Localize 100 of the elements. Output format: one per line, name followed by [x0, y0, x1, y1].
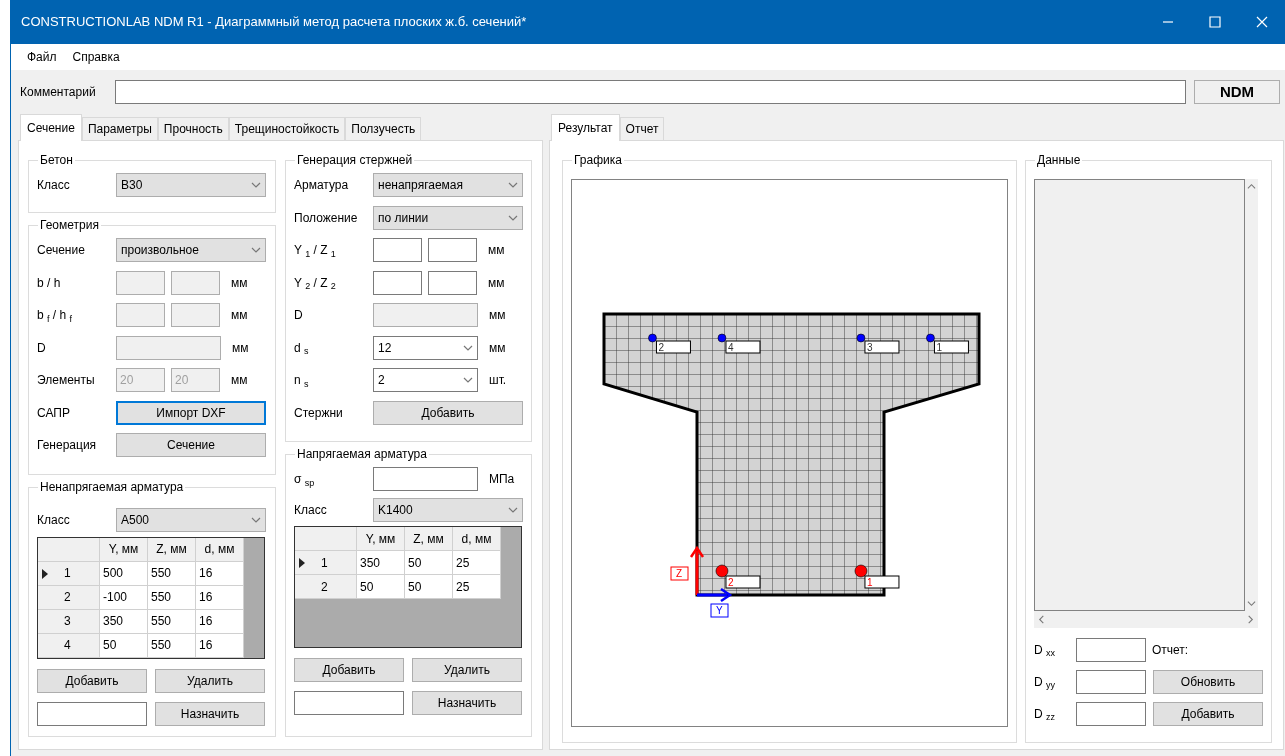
input-field[interactable]: [114, 79, 1187, 104]
button[interactable]: Удалить: [412, 658, 522, 682]
row-header[interactable]: 2: [38, 585, 100, 610]
table-cell[interactable]: 500: [100, 561, 148, 586]
scrollbar[interactable]: [1245, 179, 1258, 611]
table-cell[interactable]: 550: [148, 561, 196, 586]
field-label: Класс: [37, 512, 71, 530]
dropdown[interactable]: K1400: [373, 497, 523, 522]
dropdown[interactable]: 2: [373, 368, 478, 393]
rebar-dot: [856, 333, 866, 343]
table-cell[interactable]: 25: [453, 575, 501, 599]
table-cell[interactable]: 350: [357, 551, 405, 575]
table-cell[interactable]: 550: [148, 585, 196, 610]
column-header[interactable]: Z, мм: [148, 537, 196, 562]
row-header[interactable]: 4: [38, 633, 100, 658]
rebar-dot: [717, 333, 727, 343]
column-header[interactable]: d, мм: [196, 537, 244, 562]
point-label: 2: [725, 575, 761, 589]
row-header[interactable]: 3: [38, 609, 100, 634]
ndm-button[interactable]: NDM: [1194, 79, 1280, 104]
input-field[interactable]: [294, 691, 404, 715]
field-label: b $_{f}$ / h $_{f}$: [37, 307, 74, 325]
tab[interactable]: Трещиностойкость: [228, 117, 346, 140]
point-label: 3: [864, 340, 900, 354]
button[interactable]: Добавить: [373, 400, 523, 425]
row-header[interactable]: 2: [295, 575, 357, 599]
dropdown[interactable]: 12: [373, 335, 478, 360]
input-field[interactable]: [1076, 702, 1146, 726]
input-field[interactable]: [1076, 670, 1146, 694]
row-header[interactable]: 1: [295, 551, 357, 575]
table-cell[interactable]: 50: [405, 551, 453, 575]
table-cell[interactable]: 550: [148, 633, 196, 658]
dropdown[interactable]: B30: [116, 173, 266, 198]
table-cell[interactable]: 50: [100, 633, 148, 658]
tab[interactable]: Сечение: [20, 114, 82, 141]
field-label: D $_{xx}$: [1034, 642, 1056, 659]
data-grid[interactable]: Y, мм Z, мм d, мм 1 350 50 25 2 50 50 25: [294, 526, 522, 648]
table-cell[interactable]: 550: [148, 609, 196, 634]
column-header[interactable]: Y, мм: [100, 537, 148, 562]
tab[interactable]: Ползучесть: [345, 117, 422, 140]
input-field[interactable]: [1076, 638, 1146, 662]
table-cell[interactable]: 16: [196, 633, 244, 658]
button[interactable]: Сечение: [116, 433, 266, 458]
axis-label: Z: [670, 566, 689, 581]
table-cell[interactable]: 16: [196, 561, 244, 586]
dropdown[interactable]: произвольное: [116, 238, 266, 263]
field-label: Генерация: [37, 437, 98, 455]
field-label: САПР: [37, 404, 71, 422]
tab[interactable]: Результат: [551, 114, 620, 141]
dropdown[interactable]: по линии: [373, 205, 523, 230]
button[interactable]: Импорт DXF: [116, 400, 266, 425]
dropdown[interactable]: ненапрягаемая: [373, 173, 523, 198]
field-label: Арматура: [294, 177, 350, 195]
input-field[interactable]: [428, 238, 477, 263]
button[interactable]: Удалить: [155, 668, 265, 693]
table-cell[interactable]: 16: [196, 609, 244, 634]
row-header[interactable]: 1: [38, 561, 100, 586]
input-field[interactable]: [373, 270, 422, 295]
input-field[interactable]: [428, 270, 477, 295]
group-title: Ненапрягаемая арматура: [39, 479, 185, 496]
column-header[interactable]: Y, мм: [357, 527, 405, 551]
group-title: Генерация стержней: [296, 152, 414, 169]
button[interactable]: Добавить: [294, 658, 404, 682]
group-title: Графика: [573, 152, 623, 169]
menu-item[interactable]: Справка: [68, 48, 124, 66]
tab[interactable]: Отчет: [619, 117, 665, 140]
scrollbar[interactable]: [1034, 611, 1258, 628]
table-cell[interactable]: 50: [357, 575, 405, 599]
row-number: 1: [64, 565, 71, 582]
point-label: 4: [725, 340, 761, 354]
table-cell[interactable]: 50: [405, 575, 453, 599]
rebar-dot: [926, 333, 935, 343]
field-label: D: [37, 339, 47, 357]
tab[interactable]: Прочность: [157, 117, 229, 140]
column-header[interactable]: d, мм: [453, 527, 501, 551]
field-label: Класс: [294, 501, 328, 519]
group-title: Бетон: [39, 152, 74, 169]
table-cell[interactable]: 16: [196, 585, 244, 610]
field-label: Класс: [37, 177, 71, 195]
field-label: D: [294, 307, 304, 325]
table-cell[interactable]: -100: [100, 585, 148, 610]
column-header[interactable]: Z, мм: [405, 527, 453, 551]
button[interactable]: Назначить: [155, 701, 265, 726]
input-field[interactable]: [373, 238, 422, 263]
button[interactable]: Добавить: [1153, 702, 1263, 726]
input-field[interactable]: [37, 701, 147, 726]
unit-label: шт.: [489, 372, 507, 390]
window-title: CONSTRUCTIONLAB NDM R1 - Диаграммный метод расчета плоских ж.б. сечений*: [21, 13, 528, 32]
input-field[interactable]: [373, 467, 478, 492]
dropdown[interactable]: A500: [116, 508, 266, 533]
unit-label: мм: [231, 274, 248, 292]
button[interactable]: Назначить: [412, 691, 522, 715]
menu-item[interactable]: Файл: [23, 48, 61, 66]
data-grid[interactable]: Y, мм Z, мм d, мм 1 500 550 16 2 -100 550 16 3 350 550 16 4 50 550 16: [37, 536, 265, 659]
button[interactable]: Обновить: [1153, 670, 1263, 694]
table-cell[interactable]: 25: [453, 551, 501, 575]
tab[interactable]: Параметры: [81, 117, 158, 140]
table-cell[interactable]: 350: [100, 609, 148, 634]
button[interactable]: Добавить: [37, 668, 147, 693]
field-label: Комментарий: [20, 83, 97, 101]
